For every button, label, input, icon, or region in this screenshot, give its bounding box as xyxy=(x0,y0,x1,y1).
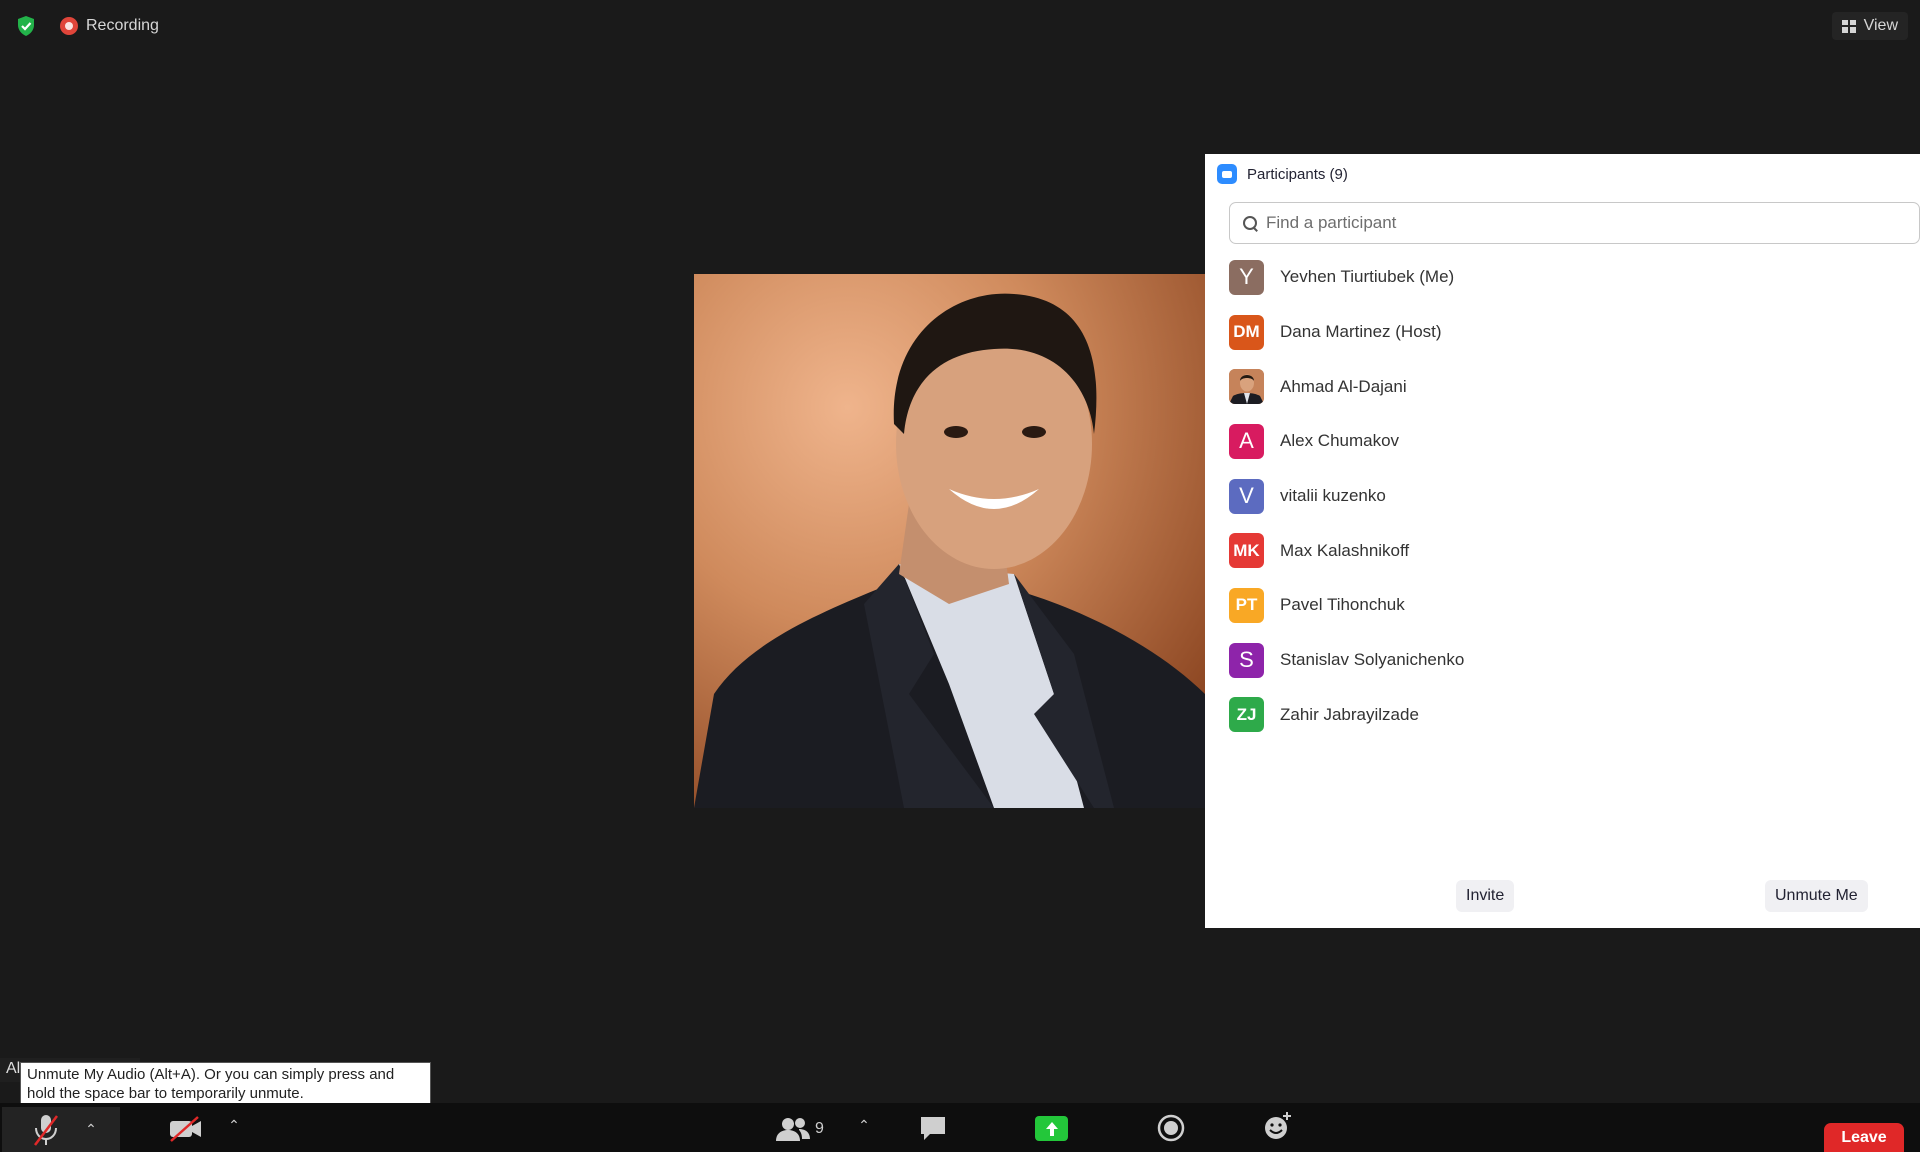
panel-footer: Invite Unmute Me xyxy=(1205,880,1920,912)
avatar-photo-icon xyxy=(1229,369,1264,405)
participants-count: 9 xyxy=(815,1120,824,1137)
search-input[interactable] xyxy=(1266,213,1907,233)
participant-row[interactable]: V vitalii kuzenko xyxy=(1205,469,1920,524)
record-button[interactable] xyxy=(1156,1113,1186,1143)
participants-options-chevron-icon[interactable]: ⌃ xyxy=(856,1117,872,1134)
avatar: S xyxy=(1229,642,1264,678)
view-button[interactable]: View xyxy=(1831,12,1908,40)
participant-name: vitalii kuzenko xyxy=(1280,486,1386,506)
meeting-toolbar: ⌃ ⌃ 9 ⌃ Leave xyxy=(0,1103,1920,1152)
chat-icon xyxy=(921,1117,945,1140)
participant-name: Dana Martinez (Host) xyxy=(1280,322,1442,342)
unmute-button[interactable] xyxy=(16,1107,76,1152)
participant-search[interactable] xyxy=(1229,202,1920,244)
top-status-bar: Recording xyxy=(14,14,159,38)
leave-button[interactable]: Leave xyxy=(1824,1123,1904,1152)
video-off-icon xyxy=(170,1116,201,1142)
record-icon xyxy=(1157,1114,1185,1142)
avatar-photo xyxy=(1229,369,1264,405)
participant-name: Stanislav Solyanichenko xyxy=(1280,650,1465,670)
active-speaker-video xyxy=(694,274,1205,808)
participant-name: Max Kalashnikoff xyxy=(1280,540,1410,560)
avatar: DM xyxy=(1229,314,1264,350)
avatar: Y xyxy=(1229,259,1264,295)
participant-name: Pavel Tihonchuk xyxy=(1280,595,1405,615)
avatar: V xyxy=(1229,478,1264,514)
chat-button[interactable] xyxy=(917,1111,949,1145)
reactions-button[interactable] xyxy=(1262,1109,1294,1143)
panel-header: Participants (9) xyxy=(1205,154,1920,194)
avatar: ZJ xyxy=(1229,697,1264,733)
participant-row[interactable]: MK Max Kalashnikoff xyxy=(1205,523,1920,578)
participant-row[interactable]: Ahmad Al-Dajani xyxy=(1205,359,1920,414)
security-shield-icon[interactable] xyxy=(14,14,38,38)
audio-options-chevron-icon[interactable]: ⌃ xyxy=(76,1121,106,1138)
share-arrow-up-icon xyxy=(1045,1121,1058,1136)
avatar: MK xyxy=(1229,533,1264,569)
zoom-logo-icon xyxy=(1217,164,1237,184)
panel-title: Participants (9) xyxy=(1247,165,1348,183)
invite-button[interactable]: Invite xyxy=(1456,880,1515,912)
video-options-chevron-icon[interactable]: ⌃ xyxy=(226,1117,242,1134)
participant-name: Yevhen Tiurtiubek (Me) xyxy=(1280,267,1455,287)
gallery-grid-icon xyxy=(1841,19,1856,33)
view-label: View xyxy=(1863,17,1898,34)
reactions-emoji-icon xyxy=(1265,1112,1291,1139)
participant-list: Y Yevhen Tiurtiubek (Me) DM Dana Martine… xyxy=(1205,250,1920,742)
recording-icon xyxy=(60,17,78,35)
share-screen-button[interactable] xyxy=(1035,1116,1068,1141)
recording-indicator[interactable]: Recording xyxy=(60,17,159,35)
participant-name: Zahir Jabrayilzade xyxy=(1280,704,1419,724)
start-video-button[interactable] xyxy=(166,1111,206,1147)
participant-name: Alex Chumakov xyxy=(1280,431,1400,451)
avatar: PT xyxy=(1229,587,1264,623)
avatar: A xyxy=(1229,423,1264,459)
participants-icon xyxy=(776,1118,810,1141)
participants-button[interactable]: 9 xyxy=(775,1112,824,1146)
participant-row[interactable]: A Alex Chumakov xyxy=(1205,414,1920,469)
participant-row[interactable]: Y Yevhen Tiurtiubek (Me) xyxy=(1205,250,1920,305)
audio-control-group: ⌃ xyxy=(2,1107,120,1152)
unmute-tooltip: Unmute My Audio (Alt+A). Or you can simp… xyxy=(20,1062,431,1107)
unmute-me-button[interactable]: Unmute Me xyxy=(1765,880,1868,912)
participant-name: Ahmad Al-Dajani xyxy=(1280,376,1407,396)
participant-row[interactable]: S Stanislav Solyanichenko xyxy=(1205,633,1920,688)
search-icon xyxy=(1242,215,1258,231)
speaker-portrait xyxy=(694,274,1205,808)
participant-row[interactable]: DM Dana Martinez (Host) xyxy=(1205,305,1920,360)
recording-label: Recording xyxy=(86,17,159,34)
participant-row[interactable]: PT Pavel Tihonchuk xyxy=(1205,578,1920,633)
participants-panel: Participants (9) Y Yevhen Tiurtiubek (Me… xyxy=(1205,154,1920,928)
microphone-muted-icon xyxy=(34,1114,58,1146)
participant-row[interactable]: ZJ Zahir Jabrayilzade xyxy=(1205,688,1920,743)
